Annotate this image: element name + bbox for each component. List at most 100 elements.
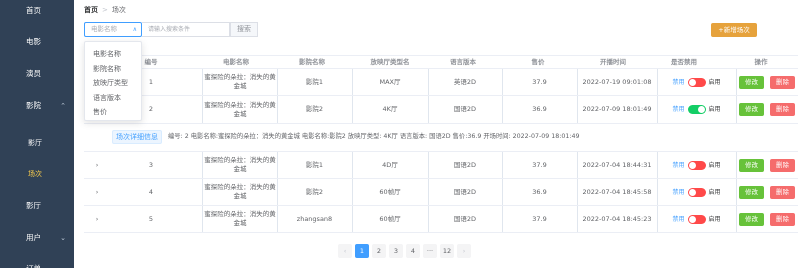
sidebar-item-label: 影厅 bbox=[28, 139, 42, 147]
edit-button[interactable]: 修改 bbox=[739, 158, 764, 172]
enable-switch[interactable] bbox=[687, 187, 706, 197]
select-value: 电影名称 bbox=[91, 25, 117, 33]
sidebar-item-label: 影厅 bbox=[26, 201, 41, 210]
sidebar-item-label: 影院 bbox=[26, 101, 41, 110]
delete-button[interactable]: 删除 bbox=[770, 185, 795, 199]
main-content: 首页 > 场次 电影名称 ∧ 请输入搜索条件 搜索 +新增场次 编号 电影名称 影院… bbox=[74, 0, 800, 268]
toggle-on-label: 启用 bbox=[708, 188, 721, 196]
cell-hall: 4D厅 bbox=[382, 160, 398, 169]
dropdown-option[interactable]: 售价 bbox=[85, 105, 141, 120]
cell-time: 2022-07-04 18:45:23 bbox=[582, 214, 652, 223]
edit-button[interactable]: 修改 bbox=[739, 185, 764, 199]
search-button[interactable]: 搜索 bbox=[230, 22, 258, 37]
cell-id: 1 bbox=[148, 77, 154, 86]
search-placeholder: 请输入搜索条件 bbox=[148, 26, 191, 33]
cell-time: 2022-07-09 18:01:49 bbox=[582, 105, 652, 113]
toggle-off-label: 禁用 bbox=[672, 215, 685, 223]
breadcrumb-home[interactable]: 首页 bbox=[84, 6, 98, 14]
sidebar-item-users[interactable]: 用户 ⌄ bbox=[0, 227, 74, 249]
cell-cinema: 影院1 bbox=[305, 77, 324, 86]
edit-button[interactable]: 修改 bbox=[739, 75, 764, 89]
column-header-id: 编号 bbox=[144, 58, 158, 66]
dropdown-option[interactable]: 语言版本 bbox=[85, 91, 141, 106]
cell-language: 国语2D bbox=[453, 160, 477, 169]
page-button[interactable]: 12 bbox=[440, 244, 454, 258]
chevron-up-icon: ∧ bbox=[132, 26, 137, 33]
dropdown-option[interactable]: 放映厅类型 bbox=[85, 76, 141, 91]
column-header-actions: 操作 bbox=[754, 58, 768, 66]
cell-hall: MAX厅 bbox=[379, 77, 401, 86]
cell-price: 36.9 bbox=[532, 187, 547, 196]
enable-switch[interactable] bbox=[687, 77, 706, 87]
detail-text: 编号: 2 电影名称:蜜探险的朵拉：消失的黄金城 电影名称:影院2 放映厅类型:… bbox=[168, 133, 580, 140]
sidebar-item-label: 用户 bbox=[26, 233, 41, 242]
toggle-on-label: 启用 bbox=[708, 161, 721, 169]
cell-cinema: 影院2 bbox=[305, 187, 324, 196]
table-row: › 3 蜜探险的朵拉：消失的黄金城 影院1 4D厅 国语2D 37.9 2022… bbox=[84, 152, 798, 179]
search-input[interactable]: 请输入搜索条件 bbox=[142, 22, 230, 37]
cell-movie: 蜜探险的朵拉：消失的黄金城 bbox=[204, 73, 276, 90]
search-field-select[interactable]: 电影名称 ∧ bbox=[84, 22, 142, 37]
enable-switch[interactable] bbox=[687, 160, 706, 170]
sidebar-item-label: 演员 bbox=[26, 69, 41, 78]
cell-actions: 修改 删除 bbox=[736, 179, 798, 205]
enable-switch[interactable] bbox=[687, 105, 706, 114]
cell-id: 4 bbox=[148, 187, 154, 196]
cell-toggle: 禁用 启用 bbox=[657, 96, 736, 123]
delete-button[interactable]: 删除 bbox=[770, 212, 795, 226]
delete-button[interactable]: 删除 bbox=[770, 75, 795, 89]
cell-hall: 4K厅 bbox=[382, 105, 398, 113]
cell-price: 37.9 bbox=[532, 214, 547, 223]
chevron-right-icon[interactable]: › bbox=[92, 206, 102, 232]
cell-movie: 蜜探险的朵拉：消失的黄金城 bbox=[204, 100, 276, 118]
edit-button[interactable]: 修改 bbox=[739, 103, 764, 116]
sidebar: 首页 电影 演员 影院 ⌃ 影厅 场次 影厅 用户 ⌄ 订单 bbox=[0, 0, 74, 268]
prev-page-button[interactable]: ‹ bbox=[338, 244, 352, 258]
delete-button[interactable]: 删除 bbox=[770, 158, 795, 172]
cell-hall: 60帧厅 bbox=[379, 187, 401, 196]
row-detail-panel: 场次详细信息 编号: 2 电影名称:蜜探险的朵拉：消失的黄金城 电影名称:影院2… bbox=[84, 124, 798, 152]
more-pages-ellipsis[interactable]: ··· bbox=[423, 244, 437, 258]
toggle-on-label: 启用 bbox=[708, 215, 721, 223]
cell-actions: 修改 删除 bbox=[736, 96, 798, 123]
sidebar-item-orders[interactable]: 订单 bbox=[0, 258, 74, 268]
sidebar-item-halls[interactable]: 影厅 bbox=[0, 195, 74, 217]
cell-id: 3 bbox=[148, 160, 154, 169]
next-page-button[interactable]: › bbox=[457, 244, 471, 258]
sidebar-subitem-sessions[interactable]: 场次 bbox=[0, 163, 74, 185]
delete-button[interactable]: 删除 bbox=[770, 103, 795, 116]
page-button[interactable]: 4 bbox=[406, 244, 420, 258]
page-button[interactable]: 2 bbox=[372, 244, 386, 258]
toggle-on-label: 启用 bbox=[708, 78, 721, 86]
enable-switch[interactable] bbox=[687, 214, 706, 224]
edit-button[interactable]: 修改 bbox=[739, 212, 764, 226]
dropdown-option[interactable]: 影院名称 bbox=[85, 62, 141, 77]
cell-actions: 修改 删除 bbox=[736, 206, 798, 232]
toggle-off-label: 禁用 bbox=[672, 106, 685, 113]
cell-hall: 60帧厅 bbox=[379, 214, 401, 223]
page-button[interactable]: 3 bbox=[389, 244, 403, 258]
cell-toggle: 禁用 启用 bbox=[657, 152, 736, 178]
toggle-off-label: 禁用 bbox=[672, 188, 685, 196]
add-session-button[interactable]: +新增场次 bbox=[711, 23, 757, 37]
breadcrumb-current: 场次 bbox=[111, 6, 126, 14]
sidebar-item-cinemas[interactable]: 影院 ⌃ bbox=[0, 95, 74, 117]
dropdown-option[interactable]: 电影名称 bbox=[85, 47, 141, 62]
table-row: 2 蜜探险的朵拉：消失的黄金城 影院2 4K厅 国语2D 36.9 2022-0… bbox=[84, 96, 798, 124]
sidebar-subitem-cinema[interactable]: 影厅 bbox=[0, 132, 74, 154]
cell-toggle: 禁用 启用 bbox=[657, 69, 736, 95]
table-row: › 5 蜜探险的朵拉：消失的黄金城 zhangsan8 60帧厅 国语2D 37… bbox=[84, 206, 798, 233]
chevron-right-icon[interactable]: › bbox=[92, 152, 102, 178]
cell-movie: 蜜探险的朵拉：消失的黄金城 bbox=[204, 156, 276, 173]
cell-language: 国语2D bbox=[453, 214, 477, 223]
cell-id: 5 bbox=[148, 214, 154, 223]
sidebar-item-actors[interactable]: 演员 bbox=[0, 63, 74, 85]
sidebar-item-home[interactable]: 首页 bbox=[0, 0, 74, 22]
chevron-right-icon[interactable]: › bbox=[92, 179, 102, 205]
sidebar-item-movies[interactable]: 电影 bbox=[0, 31, 74, 53]
toggle-off-label: 禁用 bbox=[672, 161, 685, 169]
table-row: › 4 蜜探险的朵拉：消失的黄金城 影院2 60帧厅 国语2D 36.9 202… bbox=[84, 179, 798, 206]
page-button[interactable]: 1 bbox=[355, 244, 369, 258]
cell-cinema: zhangsan8 bbox=[296, 214, 333, 223]
pagination: ‹ 1 2 3 4 ··· 12 › bbox=[338, 244, 471, 258]
